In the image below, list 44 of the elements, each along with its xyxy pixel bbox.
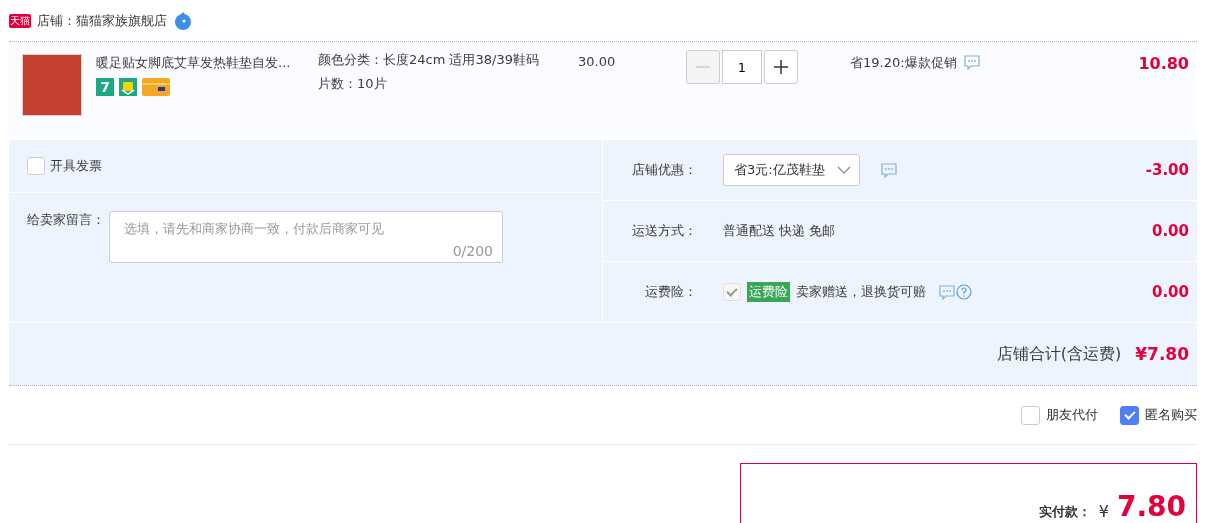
chevron-down-icon [836, 165, 851, 175]
store-name[interactable]: 店铺：猫猫家族旗舰店 [37, 11, 167, 30]
option-label[interactable]: 匿名购买 [1145, 406, 1197, 424]
spec-text: 颜色分类：长度24cm 适用38/39鞋码 [318, 51, 540, 69]
fee-amount: 0.00 [1152, 222, 1189, 240]
option-label[interactable]: 朋友代付 [1046, 406, 1098, 424]
spec-text: 片数：10片 [318, 75, 388, 93]
bag-badge-icon [119, 78, 137, 96]
product-photo[interactable] [22, 54, 82, 116]
subtotal: 10.80 [1137, 54, 1190, 75]
char-counter: 0/200 [452, 243, 493, 259]
quantity-field[interactable]: 1 [722, 50, 762, 84]
store-total-label: 店铺合计(含运费) [996, 343, 1122, 365]
unit-price: 30.00 [578, 54, 617, 71]
fee-amount: 0.00 [1152, 283, 1189, 301]
product-title[interactable]: 暖足贴女脚底艾草发热鞋垫自发... [96, 54, 310, 72]
option-checkbox[interactable] [1021, 405, 1040, 425]
help-icon[interactable] [956, 284, 972, 300]
insurance-tag: 运费险 [747, 282, 790, 302]
currency-sign: ¥ [1098, 502, 1109, 521]
chat-icon[interactable] [173, 10, 193, 31]
message-label: 给卖家留言： [27, 211, 105, 229]
store-badge: 天猫 [9, 13, 31, 28]
card-badge-icon [142, 78, 170, 96]
insurance-text: 卖家赠送，退换货可赔 [796, 283, 926, 301]
invoice-checkbox[interactable] [27, 157, 45, 175]
shipping-method: 普通配送 快递 免邮 [723, 222, 836, 240]
payment-amount: 7.80 [1116, 493, 1186, 521]
fee-label: 运送方式： [631, 222, 697, 240]
fee-label: 店铺优惠： [631, 161, 697, 179]
chat-bubble-icon[interactable] [962, 54, 981, 70]
coupon-dropdown[interactable]: 省3元:亿茂鞋垫 [723, 154, 860, 186]
invoice-label[interactable]: 开具发票 [50, 157, 102, 175]
option-checkbox[interactable] [1120, 405, 1139, 425]
fee-amount: -3.00 [1145, 161, 1189, 179]
plus-button[interactable] [764, 50, 798, 84]
seven-day-badge: 7 [96, 78, 114, 96]
chat-bubble-icon[interactable] [938, 284, 956, 300]
plus-icon [773, 59, 789, 75]
store-total-amount: ¥7.80 [1135, 344, 1189, 364]
payment-label: 实付款： [1038, 503, 1091, 521]
chat-bubble-icon[interactable] [879, 162, 898, 178]
fee-label: 运费险： [644, 283, 697, 301]
promo-text: 省19.20:爆款促销 [850, 54, 957, 72]
